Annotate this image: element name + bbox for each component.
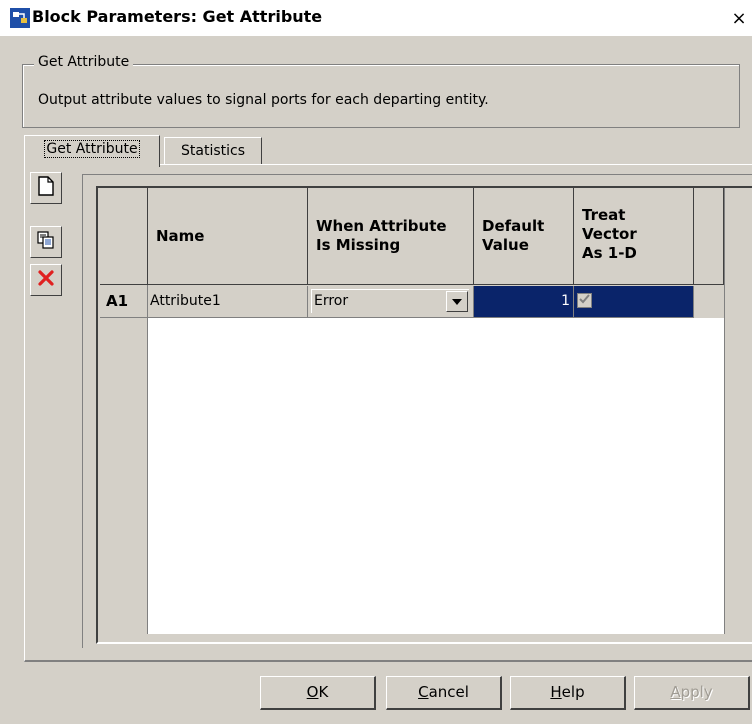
tab-label: Statistics xyxy=(181,143,245,159)
tab-statistics[interactable]: Statistics xyxy=(164,137,262,165)
tab-panel xyxy=(24,164,752,662)
mnemonic: H xyxy=(550,683,562,701)
button-label: ancel xyxy=(428,683,469,701)
close-button[interactable]: × xyxy=(728,8,750,30)
apply-button[interactable]: Apply xyxy=(634,676,750,710)
tab-label: Get Attribute xyxy=(44,140,140,158)
button-label: pply xyxy=(680,683,713,701)
simulink-icon xyxy=(10,8,30,28)
window-title: Block Parameters: Get Attribute xyxy=(32,7,323,26)
close-icon: × xyxy=(731,8,747,29)
tab-get-attribute[interactable]: Get Attribute xyxy=(24,135,160,167)
button-label: K xyxy=(318,683,329,701)
cancel-button[interactable]: Cancel xyxy=(386,676,502,710)
mnemonic: A xyxy=(670,683,681,701)
mnemonic: O xyxy=(306,683,319,701)
ok-button[interactable]: OK xyxy=(260,676,376,710)
mnemonic: C xyxy=(418,683,429,701)
group-description: Output attribute values to signal ports … xyxy=(38,92,489,108)
group-legend: Get Attribute xyxy=(34,54,134,70)
help-button[interactable]: Help xyxy=(510,676,626,710)
button-label: elp xyxy=(561,683,585,701)
